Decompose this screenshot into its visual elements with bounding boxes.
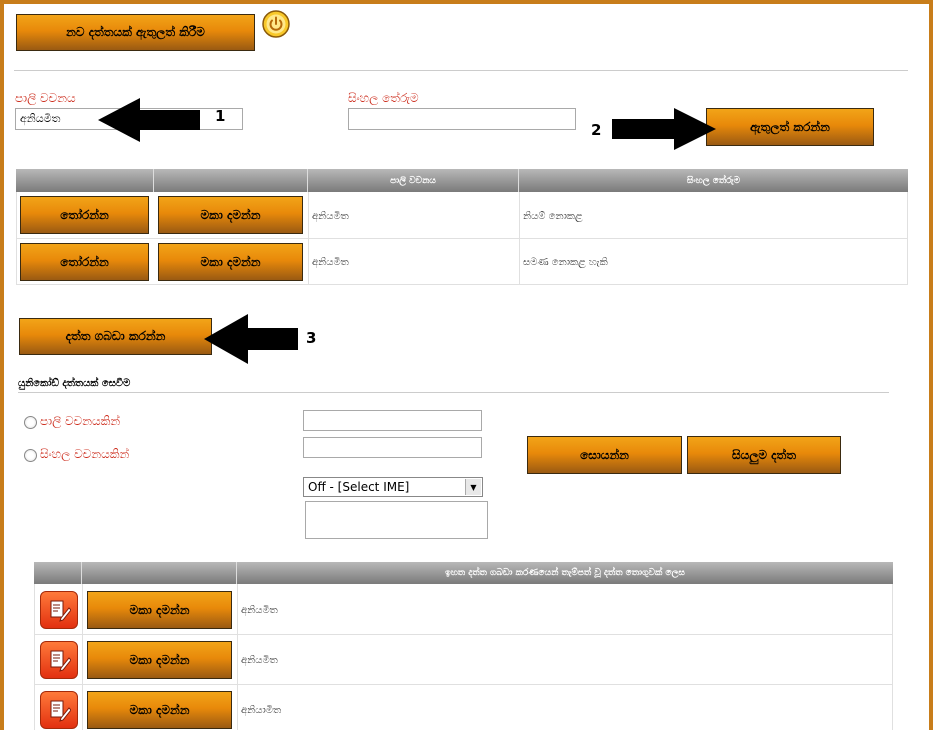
edit-icon[interactable] [40,641,78,679]
add-new-label: නව දත්තයක් ඇතුලත් කිරීම [66,25,205,39]
delete-label: මකා දමන්න [129,702,190,717]
delete-button[interactable]: මකා දමන්න [158,196,303,234]
table1-row2-pali: අනියමිත [312,256,349,268]
row-divider [34,634,893,635]
sinhala-meaning-label: සිංහල තේරුම [348,91,419,105]
table1-row2-sinhala: සමණ නොකළ හැකි [523,256,608,268]
page-frame: නව දත්තයක් ඇතුලත් කිරීම පාලි වචනය සිංහල … [4,4,929,730]
delete-label: මකා දමන්න [129,652,190,667]
radio-pali-label: පාලි වචනයකින් [40,414,121,428]
divider [18,392,889,393]
arrow-right-icon [612,108,716,150]
delete-button[interactable]: මකා දමන්න [158,243,303,281]
table2-header-title: ඉහත දත්ත ගබඩා කරණයෙන් තැම්පත් වූ දත්ත තො… [237,562,893,584]
table1-header-sinhala: සිංහල තේරුම [519,169,908,192]
select-button[interactable]: තෝරන්න [20,243,149,281]
delete-button[interactable]: මකා දමන්න [87,691,232,729]
search-section-title: යුනිකෝඩ් දත්තයක් සෙවීම [18,378,131,389]
save-data-button[interactable]: දත්ත ගබඩා කරන්න [19,318,212,355]
row-divider [16,238,908,239]
annotation-2: 2 [591,121,602,139]
pali-word-label: පාලි වචනය [15,91,76,105]
power-icon[interactable] [262,10,290,38]
table2-col-divider [82,584,83,730]
search-label: සොයන්න [580,447,629,462]
table1-row1-sinhala: නියම් නොකළ [523,210,583,222]
add-new-button[interactable]: නව දත්තයක් ඇතුලත් කිරීම [16,14,255,51]
select-label: තෝරන්න [60,254,109,269]
table2-header-col1 [34,562,82,584]
search-input-sinhala[interactable] [303,437,482,458]
row-divider [34,684,893,685]
radio-pali[interactable] [24,416,37,429]
divider [14,70,908,71]
delete-label: මකා දමන්න [129,602,190,617]
table1-header-col2 [154,169,308,192]
table2-header-col2 [82,562,237,584]
sinhala-meaning-input[interactable] [348,108,576,130]
save-data-label: දත්ත ගබඩා කරන්න [65,329,166,343]
table2-row3-word: අනියාමිත [241,704,282,716]
delete-label: මකා දමන්න [200,254,261,269]
ime-select[interactable]: Off - [Select IME] ▼ [303,477,483,497]
arrow-left-icon [204,314,298,364]
submit-button[interactable]: ඇතුලත් කරන්න [706,108,874,146]
table2-row1-word: අනියමිත [241,604,278,616]
search-button[interactable]: සොයන්න [527,436,682,474]
all-data-button[interactable]: සියලුම දත්ත [687,436,841,474]
table2-row2-word: අනියමිත [241,654,278,666]
ime-textarea[interactable] [305,501,488,539]
search-input-pali[interactable] [303,410,482,431]
edit-icon[interactable] [40,691,78,729]
radio-sinhala[interactable] [24,449,37,462]
annotation-3: 3 [306,329,317,347]
delete-button[interactable]: මකා දමන්න [87,591,232,629]
delete-button[interactable]: මකා දමන්න [87,641,232,679]
submit-label: ඇතුලත් කරන්න [750,119,830,134]
arrow-left-icon [98,98,200,142]
table1-header-pali: පාලි වචනය [308,169,519,192]
all-data-label: සියලුම දත්ත [731,447,797,462]
radio-sinhala-label: සිංහල වචනයකින් [40,447,130,461]
ime-selected-value: Off - [Select IME] [308,480,410,494]
edit-icon[interactable] [40,591,78,629]
select-button[interactable]: තෝරන්න [20,196,149,234]
annotation-1: 1 [215,107,226,125]
dropdown-arrow-icon: ▼ [465,479,481,495]
table1-row1-pali: අනියමිත [312,210,349,222]
delete-label: මකා දමන්න [200,207,261,222]
select-label: තෝරන්න [60,207,109,222]
table1-header-col1 [16,169,154,192]
